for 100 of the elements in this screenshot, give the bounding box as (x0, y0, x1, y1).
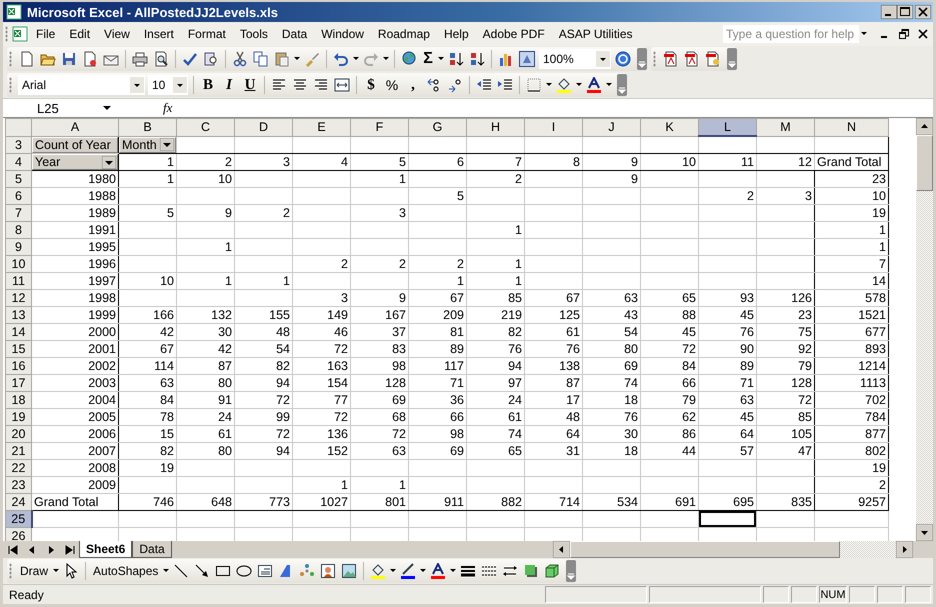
toolbar-options-icon[interactable] (617, 74, 627, 96)
font-color-icon[interactable] (586, 77, 602, 93)
maximize-icon[interactable] (897, 5, 913, 19)
column-header[interactable]: C (176, 118, 234, 136)
toolbar-options-icon[interactable] (727, 48, 737, 70)
column-header[interactable]: N (814, 118, 888, 136)
dropdown-arrow-icon[interactable] (450, 569, 456, 573)
row-header[interactable]: 12 (6, 290, 32, 306)
column-header[interactable]: J (582, 118, 640, 136)
active-cell[interactable] (698, 510, 756, 528)
dropdown-arrow-icon[interactable] (353, 57, 359, 61)
borders-icon[interactable] (526, 77, 542, 93)
autosum-button[interactable]: Σ (421, 50, 435, 68)
row-header[interactable]: 13 (6, 306, 32, 324)
printer-icon[interactable] (132, 51, 148, 67)
menu-item[interactable]: Data (274, 27, 314, 41)
line-icon[interactable] (173, 563, 190, 579)
insert-function-button[interactable]: fx (115, 100, 171, 116)
decrease-decimal-icon[interactable] (447, 77, 463, 93)
line-color-icon[interactable] (400, 563, 416, 579)
currency-button[interactable]: $ (362, 76, 380, 94)
scroll-up-icon[interactable] (916, 118, 933, 135)
row-header[interactable]: 26 (6, 528, 32, 541)
sort-descending-icon[interactable] (469, 51, 485, 67)
row-header[interactable]: 14 (6, 324, 32, 340)
picture-icon[interactable] (341, 563, 358, 579)
globe-link-icon[interactable] (401, 51, 417, 67)
row-header[interactable]: 22 (6, 460, 32, 476)
scissors-icon[interactable] (232, 51, 248, 67)
row-header[interactable]: 19 (6, 408, 32, 426)
paste-icon[interactable] (274, 51, 290, 67)
dropdown-arrow-icon[interactable] (438, 57, 444, 61)
dropdown-arrow-icon[interactable] (383, 57, 389, 61)
font-color-icon[interactable] (430, 563, 446, 579)
row-header[interactable]: 18 (6, 392, 32, 408)
dropdown-arrow-icon[interactable] (546, 83, 552, 87)
draw-menu-button[interactable]: Draw (18, 564, 50, 578)
menu-item[interactable]: File (29, 27, 62, 41)
scroll-right-icon[interactable] (896, 541, 913, 558)
font-size-dropdown[interactable]: 10 (148, 75, 188, 95)
arrow-style-icon[interactable] (502, 563, 518, 579)
menu-item[interactable]: Edit (62, 27, 98, 41)
column-header[interactable]: M (756, 118, 814, 136)
row-header[interactable]: 15 (6, 340, 32, 358)
menu-item[interactable]: Insert (136, 27, 181, 41)
row-header[interactable]: 7 (6, 204, 32, 222)
menu-item[interactable]: Window (314, 27, 371, 41)
dropdown-arrow-icon[interactable] (861, 32, 867, 36)
row-header[interactable]: 25 (6, 510, 32, 528)
row-header[interactable]: 20 (6, 426, 32, 442)
merge-center-icon[interactable] (334, 77, 350, 93)
dropdown-arrow-icon[interactable] (420, 569, 426, 573)
menu-item[interactable]: Format (180, 27, 233, 41)
dropdown-arrow-icon[interactable] (606, 83, 612, 87)
column-header[interactable]: G (408, 118, 466, 136)
row-header[interactable]: 11 (6, 272, 32, 290)
fill-color-icon[interactable] (370, 563, 386, 579)
bold-button[interactable]: B (199, 76, 217, 94)
bar-chart-icon[interactable] (498, 51, 514, 67)
drawing-icon[interactable] (519, 51, 535, 67)
dropdown-arrow-icon[interactable] (390, 569, 396, 573)
italic-button[interactable]: I (220, 76, 238, 94)
pdf-icon[interactable] (663, 51, 679, 67)
fill-color-icon[interactable] (556, 77, 572, 93)
column-header[interactable]: A (32, 118, 118, 136)
dropdown-arrow-icon[interactable] (103, 106, 111, 110)
name-box[interactable]: L25 (3, 100, 115, 116)
rectangle-icon[interactable] (215, 563, 232, 579)
column-header[interactable]: F (350, 118, 408, 136)
excel-document-icon[interactable] (6, 4, 22, 20)
column-header[interactable]: L (698, 118, 756, 136)
toolbar-options-icon[interactable] (637, 48, 647, 70)
pdf-convert-icon[interactable] (705, 51, 721, 67)
dropdown-arrow-icon[interactable] (53, 569, 60, 573)
underline-button[interactable]: U (241, 76, 259, 94)
vertical-scrollbar[interactable] (916, 118, 933, 541)
close-icon[interactable] (915, 5, 931, 19)
row-header[interactable]: 8 (6, 222, 32, 238)
row-header[interactable]: 23 (6, 476, 32, 494)
dropdown-arrow-icon[interactable] (294, 57, 300, 61)
menu-item[interactable]: Help (436, 27, 476, 41)
column-header[interactable]: H (466, 118, 524, 136)
minimize-icon[interactable] (881, 5, 897, 19)
row-header[interactable]: 24 (6, 494, 32, 510)
dropdown-arrow-icon[interactable] (160, 138, 174, 152)
row-header[interactable]: 5 (6, 170, 32, 188)
undo-icon[interactable] (333, 51, 349, 67)
research-icon[interactable] (203, 51, 219, 67)
scroll-down-icon[interactable] (916, 524, 933, 541)
print-preview-icon[interactable] (153, 51, 169, 67)
sheet-tab[interactable]: Data (132, 541, 172, 558)
row-header[interactable]: 21 (6, 442, 32, 460)
help-icon[interactable] (615, 51, 631, 67)
shadow-icon[interactable] (523, 563, 540, 579)
new-document-icon[interactable] (19, 51, 35, 67)
pivot-field-button[interactable]: Year (32, 154, 118, 170)
column-header[interactable]: E (292, 118, 350, 136)
autoshapes-menu-button[interactable]: AutoShapes (91, 564, 160, 578)
row-header[interactable]: 3 (6, 136, 32, 154)
dropdown-arrow-icon[interactable] (163, 569, 170, 573)
